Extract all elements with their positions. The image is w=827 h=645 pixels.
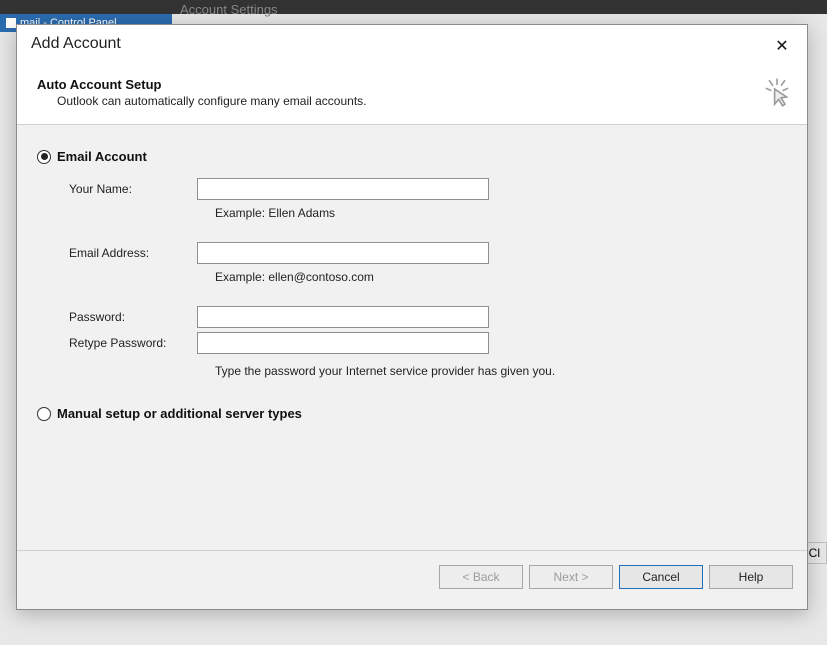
dialog-footer: < Back Next > Cancel Help [17,551,807,609]
section-title: Auto Account Setup [37,77,161,92]
your-name-example: Example: Ellen Adams [197,206,497,220]
radio-icon [37,150,51,164]
dialog-title: Add Account [31,35,121,53]
password-label: Password: [69,310,189,324]
control-panel-icon [6,18,16,28]
close-button[interactable]: ✕ [771,35,793,57]
email-example: Example: ellen@contoso.com [197,270,497,284]
your-name-label: Your Name: [69,182,189,196]
dialog-body: Email Account Your Name: Example: Ellen … [17,125,807,551]
email-label: Email Address: [69,246,189,260]
background-titlebar [0,0,827,14]
password-input[interactable] [197,306,489,328]
retype-password-input[interactable] [197,332,489,354]
dialog-subheader: Auto Account Setup Outlook can automatic… [17,57,807,125]
radio-icon [37,407,51,421]
email-account-form: Your Name: Example: Ellen Adams Email Ad… [69,178,787,378]
help-button[interactable]: Help [709,565,793,589]
add-account-dialog: Add Account ✕ Auto Account Setup Outlook… [16,24,808,610]
dialog-header: Add Account ✕ [17,25,807,57]
close-icon: ✕ [775,36,788,56]
cancel-button[interactable]: Cancel [619,565,703,589]
back-button[interactable]: < Back [439,565,523,589]
radio-manual-setup[interactable]: Manual setup or additional server types [37,406,787,421]
section-description: Outlook can automatically configure many… [57,94,367,108]
subheader-text: Auto Account Setup Outlook can automatic… [37,77,367,108]
your-name-input[interactable] [197,178,489,200]
next-button[interactable]: Next > [529,565,613,589]
radio-manual-setup-label: Manual setup or additional server types [57,406,302,421]
retype-password-label: Retype Password: [69,336,189,350]
cursor-sparkle-icon [761,77,793,112]
radio-email-account[interactable]: Email Account [37,149,787,164]
email-input[interactable] [197,242,489,264]
background-tab-hint: Account Settings [180,2,278,17]
radio-email-account-label: Email Account [57,149,147,164]
password-hint: Type the password your Internet service … [197,364,617,378]
